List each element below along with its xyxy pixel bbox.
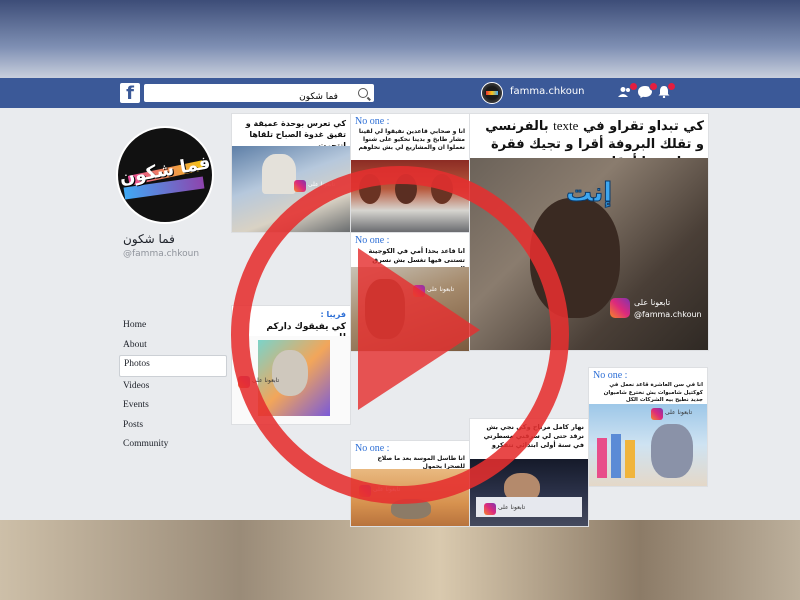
page-profile-picture[interactable]: فما شكون [116,126,214,224]
caption-word-texte: texte [553,118,579,133]
facebook-logo-icon[interactable]: f [120,83,140,104]
photo-cats [391,499,431,519]
instagram-icon [651,408,663,420]
post-caption: انا في سن العاشرة قاعد نعمل في كوكتيل شا… [603,382,703,403]
photo-figure [262,154,296,194]
photo-figure [365,279,405,339]
post-photo: تابعونا على [232,146,350,232]
search-icon[interactable] [358,88,368,98]
post-photo: تابعونا على [351,267,469,351]
caption-part: كي تبداو تقراو في [582,119,704,134]
instagram-icon [413,285,425,297]
photo-post[interactable]: فريبا : كي يفيقوك داركم للسحور تابعونا ع… [231,305,351,425]
photo-bottle [597,438,607,478]
sidebar-item-photos[interactable]: Photos [119,355,227,377]
photo-post[interactable]: No one : انا في سن العاشرة قاعد نعمل في … [588,367,708,487]
sidebar-item-community[interactable]: Community [119,435,227,455]
instagram-handle: @famma.chkoun [634,310,702,319]
photo-post[interactable]: No one : انا و صحابي قاعدين نفيقوا لي لق… [350,113,470,233]
sidebar-item-posts[interactable]: Posts [119,416,227,436]
photo-post-featured[interactable]: كي تبداو تقراو في texte بالفرنسي و تقلك … [469,113,709,351]
photo-post[interactable]: نهار كامل مرتاح وكي نجي بش نرقد حتى لي س… [469,418,589,527]
instagram-watermark: تابعونا على [427,286,455,293]
search-box[interactable] [144,84,374,106]
post-no-one-label: No one : [355,116,390,127]
photo-post[interactable]: No one : انا قاعد بحذا أمي في الكوجينة ت… [350,232,470,352]
search-input[interactable] [144,88,344,106]
post-photo: تابعونا على [589,404,707,486]
post-photo: إنت تابعونا على @famma.chkoun [470,158,708,350]
instagram-icon [484,503,496,515]
sidebar-item-events[interactable]: Events [119,396,227,416]
page-sidebar-menu: Home About Photos Videos Events Posts Co… [119,316,227,455]
page-name[interactable]: فما شكون [123,232,175,246]
page-handle[interactable]: @famma.chkoun [123,249,199,259]
blurred-background-top [0,0,800,78]
sidebar-item-home[interactable]: Home [119,316,227,336]
instagram-watermark: تابعونا على [252,377,280,384]
post-caption: انا و صحابي قاعدين نفيقوا لي لقينا مشار … [358,128,466,151]
post-photo: تابعونا على [470,459,588,526]
photo-cartoon-cat [651,424,693,478]
post-label: فريبا : [320,310,346,319]
notifications-badge [667,82,676,91]
sidebar-item-about[interactable]: About [119,336,227,356]
photo-cat [272,350,308,396]
instagram-icon [610,298,630,318]
post-caption: نهار كامل مرتاح وكي نجي بش نرقد حتى لي س… [483,423,584,449]
topbar-avatar[interactable] [481,82,503,104]
post-no-one-label: No one : [355,443,390,454]
photo-bottle [625,440,635,478]
photo-figure [359,174,381,204]
instagram-watermark: تابعونا على [665,409,693,416]
photo-post[interactable]: No one : انا طاسل الموسة بعد ما صلاح للص… [350,440,470,527]
instagram-icon [294,180,306,192]
friend-requests-badge [629,82,638,91]
instagram-watermark: تابعونا على [498,504,526,511]
topbar-profile-name[interactable]: famma.chkoun [510,86,585,97]
photo-bottle [611,434,621,478]
photo-figure [431,174,453,204]
post-no-one-label: No one : [593,370,628,381]
instagram-watermark: تابعونا على [308,181,336,188]
photo-post[interactable]: كي تعرس بوحدة عميقة و تفيق غدوة الصباح ت… [231,113,351,233]
post-no-one-label: No one : [355,235,390,246]
blurred-background-bottom [0,520,800,600]
post-photo: تابعونا على [351,469,469,526]
sidebar-item-videos[interactable]: Videos [119,377,227,397]
instagram-icon [238,376,250,388]
post-overlay-text: إنت [565,178,613,209]
post-photo [351,160,469,232]
instagram-watermark: تابعونا على [634,298,671,307]
post-photo: تابعونا على [232,336,350,424]
photo-figure [530,198,620,318]
photo-figure [395,174,417,204]
instagram-watermark: تابعونا على [373,486,401,493]
instagram-icon [359,485,371,497]
